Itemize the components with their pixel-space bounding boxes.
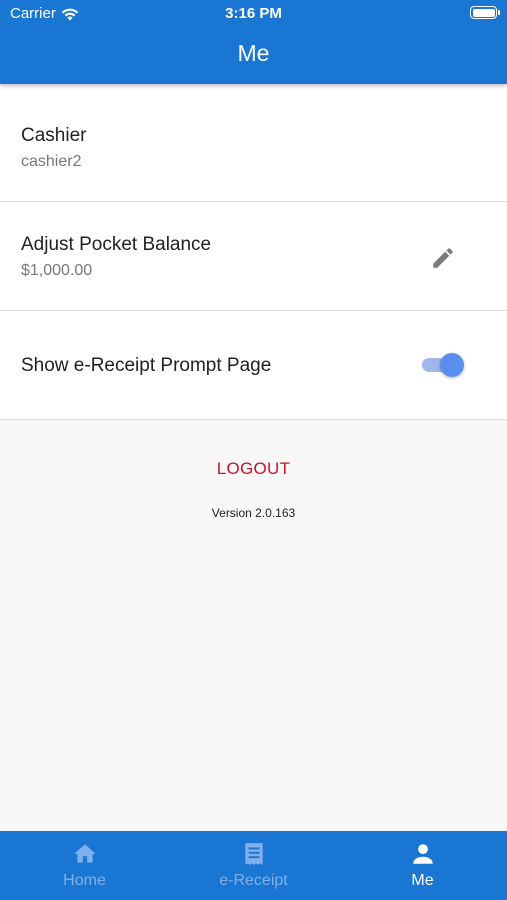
app-root: Carrier 3:16 PM Me Cashier cashier2 Adju… [0,0,507,900]
cashier-title: Cashier [21,125,87,146]
ereceipt-prompt-row: Show e-Receipt Prompt Page [0,311,507,420]
cashier-row: Cashier cashier2 [0,84,507,202]
battery-icon [470,6,500,19]
settings-list: Cashier cashier2 Adjust Pocket Balance $… [0,84,507,420]
tab-ereceipt[interactable]: e-Receipt [169,831,338,900]
logout-button[interactable]: LOGOUT [0,459,507,479]
home-icon [73,844,96,863]
pocket-balance-amount: $1,000.00 [21,262,93,279]
tab-home[interactable]: Home [0,831,169,900]
page-title: Me [237,40,270,66]
ereceipt-prompt-title: Show e-Receipt Prompt Page [21,355,272,376]
tab-me[interactable]: Me [338,831,507,900]
tab-ereceipt-label: e-Receipt [219,872,288,889]
ereceipt-prompt-toggle[interactable] [420,352,464,378]
tab-bar: Home e-Receipt Me [0,831,507,900]
person-icon [412,844,433,864]
pocket-balance-row[interactable]: Adjust Pocket Balance $1,000.00 [0,202,507,311]
tab-home-label: Home [63,872,106,889]
receipt-icon [244,843,263,865]
tab-me-label: Me [411,872,434,889]
version-label: Version 2.0.163 [211,506,296,520]
status-time: 3:16 PM [225,5,282,22]
pocket-balance-title: Adjust Pocket Balance [21,234,212,255]
cashier-username: cashier2 [21,153,82,170]
app-header: Carrier 3:16 PM Me [0,0,507,84]
status-bar: Carrier 3:16 PM [0,0,507,28]
pencil-icon[interactable] [430,245,456,271]
toggle-thumb [440,353,464,377]
